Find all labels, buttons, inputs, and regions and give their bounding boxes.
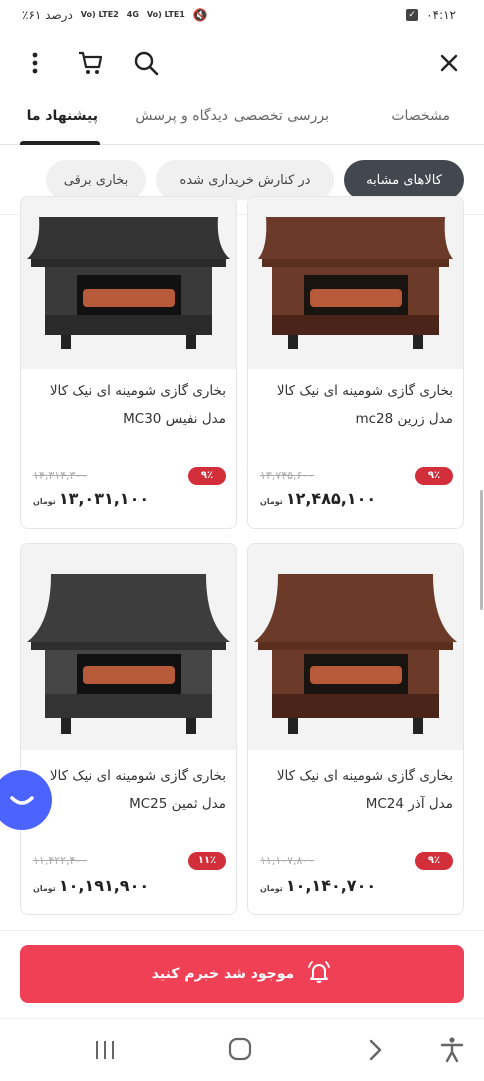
- smile-icon: [10, 796, 34, 805]
- product-image: [21, 544, 236, 750]
- currency: تومان: [33, 884, 56, 893]
- currency: تومان: [260, 497, 283, 506]
- chip-bought-together[interactable]: در کنارش خریداری شده: [156, 160, 334, 200]
- price-value: ۱۲,۴۸۵,۱۰۰: [285, 489, 377, 508]
- network-label: 4G: [126, 10, 139, 19]
- product-image: [248, 544, 463, 750]
- status-bar: ٪۶۱ درصد Vo) LTE2 4G Vo) LTE1 🔇 ✓ ۰۴:۱۲: [0, 0, 484, 34]
- price-value: ۱۳,۰۳۱,۱۰۰: [58, 489, 150, 508]
- price: تومان ۱۳,۰۳۱,۱۰۰: [33, 489, 149, 508]
- old-price: ۱۱,۴۲۲,۴۰۰: [33, 854, 88, 867]
- product-title: بخاری گازی شومینه ای نیک کالا مدل ثمین M…: [49, 768, 226, 812]
- cart-icon[interactable]: [76, 48, 106, 78]
- lte1-label: Vo) LTE1: [146, 10, 185, 19]
- product-card[interactable]: بخاری گازی شومینه ای نیک کالا مدل زرین m…: [247, 196, 464, 529]
- battery-text: ٪۶۱ درصد: [22, 8, 73, 22]
- notification-check-icon: ✓: [406, 9, 419, 21]
- home-icon[interactable]: [226, 1035, 254, 1067]
- discount-badge: ۱۱٪: [188, 852, 226, 870]
- bottom-action-bar: موجود شد خبرم کنید: [0, 930, 484, 1019]
- tab-specs[interactable]: مشخصات: [391, 108, 450, 124]
- recent-apps-icon[interactable]: [92, 1037, 118, 1067]
- discount-badge: ۹٪: [415, 852, 453, 870]
- price-value: ۱۰,۱۹۱,۹۰۰: [58, 876, 150, 895]
- system-nav-bar: [0, 1018, 484, 1081]
- tab-comments[interactable]: دیدگاه و پرسش: [135, 108, 228, 124]
- price: تومان ۱۰,۱۹۱,۹۰۰: [33, 876, 149, 895]
- toolbar: [0, 34, 484, 92]
- search-icon[interactable]: [131, 48, 161, 78]
- close-icon[interactable]: [434, 48, 464, 78]
- notify-when-available-button[interactable]: موجود شد خبرم کنید: [20, 945, 464, 1003]
- tab-suggestions[interactable]: پیشنهاد ما: [27, 108, 98, 124]
- product-card[interactable]: بخاری گازی شومینه ای نیک کالا مدل آذر MC…: [247, 543, 464, 915]
- price-value: ۱۰,۱۴۰,۷۰۰: [285, 876, 377, 895]
- lte2-label: Vo) LTE2: [80, 10, 119, 19]
- old-price: ۱۱,۱۰۷,۸۰۰: [260, 854, 315, 867]
- product-image: [248, 197, 463, 369]
- product-title: بخاری گازی شومینه ای نیک کالا مدل زرین m…: [276, 383, 453, 427]
- tab-review[interactable]: بررسی تخصصی: [234, 108, 329, 124]
- discount-badge: ۹٪: [188, 467, 226, 485]
- bell-icon: [306, 959, 332, 989]
- product-card[interactable]: بخاری گازی شومینه ای نیک کالا مدل نفیس M…: [20, 196, 237, 529]
- chip-electric-heater[interactable]: بخاری برقی: [46, 160, 146, 200]
- notify-label: موجود شد خبرم کنید: [151, 966, 295, 982]
- product-title: بخاری گازی شومینه ای نیک کالا مدل نفیس M…: [49, 383, 226, 427]
- product-image: [21, 197, 236, 369]
- back-icon[interactable]: [362, 1037, 388, 1067]
- product-title: بخاری گازی شومینه ای نیک کالا مدل آذر MC…: [276, 768, 453, 812]
- chat-fab[interactable]: [0, 770, 52, 830]
- old-price: ۱۴,۳۱۴,۳۰۰: [33, 469, 88, 482]
- product-card[interactable]: بخاری گازی شومینه ای نیک کالا مدل ثمین M…: [20, 543, 237, 915]
- more-vertical-icon[interactable]: [20, 48, 50, 78]
- price: تومان ۱۰,۱۴۰,۷۰۰: [260, 876, 376, 895]
- chip-similar[interactable]: کالاهای مشابه: [344, 160, 464, 200]
- price: تومان ۱۲,۴۸۵,۱۰۰: [260, 489, 376, 508]
- active-tab-indicator: [20, 141, 100, 145]
- tab-bar: مشخصات بررسی تخصصی دیدگاه و پرسش پیشنهاد…: [0, 92, 484, 145]
- old-price: ۱۳,۷۴۵,۶۰۰: [260, 469, 315, 482]
- clock: ۰۴:۱۲: [426, 8, 456, 22]
- currency: تومان: [260, 884, 283, 893]
- discount-badge: ۹٪: [415, 467, 453, 485]
- scrollbar[interactable]: [480, 490, 483, 610]
- mute-icon: 🔇: [192, 8, 208, 22]
- currency: تومان: [33, 497, 56, 506]
- accessibility-icon[interactable]: [438, 1035, 466, 1067]
